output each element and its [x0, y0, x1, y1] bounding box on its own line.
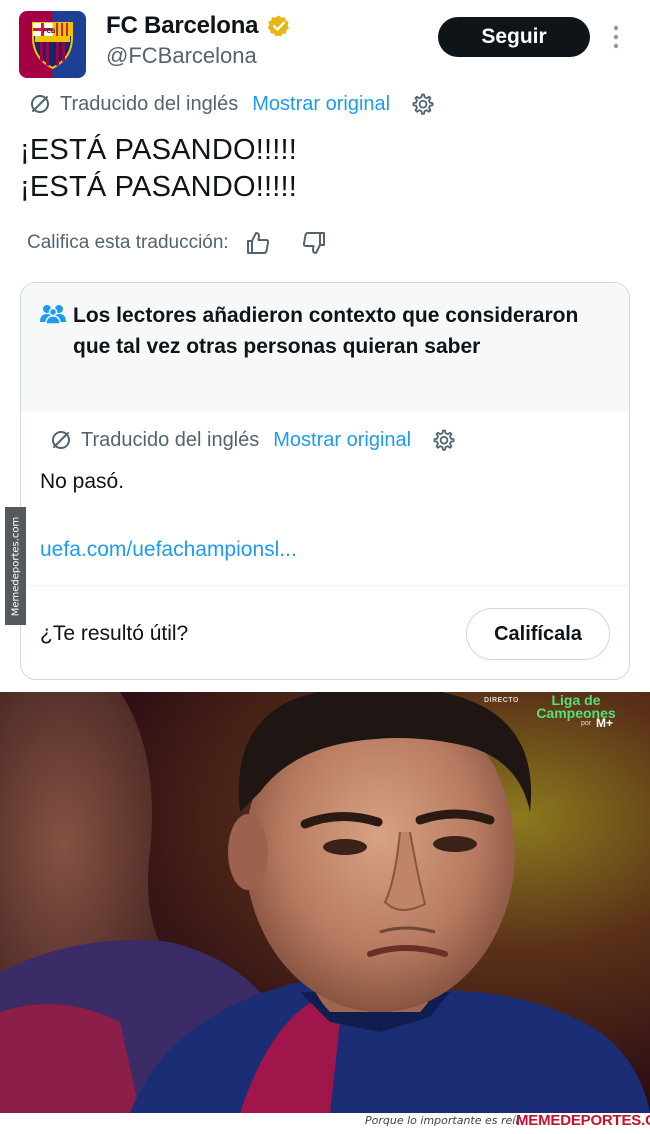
show-original-link[interactable]: Mostrar original: [252, 93, 390, 116]
author-handle[interactable]: @FCBarcelona: [106, 43, 257, 69]
gear-icon: [433, 429, 455, 451]
tweet-card: FCB FC Barcelona @FCBarcelona Seguir Tra…: [0, 0, 650, 692]
tweet-text-line: ¡ESTÁ PASANDO!!!!!: [20, 134, 298, 166]
show-original-link[interactable]: Mostrar original: [273, 429, 411, 452]
footer-brand-logo: MEMEDEPORTES.COM: [516, 1112, 650, 1129]
translated-label: Traducido del inglés: [60, 92, 239, 115]
footer-tagline: Porque lo importante es reír: [365, 1114, 520, 1127]
broadcast-por: por: [581, 720, 592, 727]
player-face-image: [0, 692, 650, 1113]
translation-row: Traducido del inglés Mostrar original: [28, 92, 434, 116]
rate-note-button[interactable]: Califícala: [466, 608, 610, 660]
translated-label: Traducido del inglés: [81, 428, 260, 451]
translation-settings[interactable]: [431, 428, 455, 452]
note-translation-row: Traducido del inglés Mostrar original: [49, 428, 455, 452]
verified-badge-icon: [267, 15, 289, 37]
player-photo: [0, 692, 650, 1113]
translation-settings[interactable]: [410, 92, 434, 116]
helpful-question: ¿Te resultó útil?: [40, 622, 189, 645]
thumbs-down-button[interactable]: [301, 230, 327, 256]
tweet-text-line: ¡ESTÁ PASANDO!!!!!: [20, 171, 298, 203]
rate-translation-row: Califica esta traducción:: [27, 230, 327, 256]
community-note-title: Los lectores añadieron contexto que cons…: [73, 304, 579, 358]
fcb-crest-icon: [32, 22, 73, 70]
thumbs-up-icon: [246, 232, 269, 254]
avatar-text: FCB: [43, 29, 56, 35]
side-watermark-text: Memedeportes.com: [10, 516, 22, 616]
community-note: Los lectores añadieron contexto que cons…: [20, 282, 630, 680]
thumbs-up-button[interactable]: [245, 230, 271, 256]
rate-translation-label: Califica esta traducción:: [27, 232, 229, 253]
community-note-header: Los lectores añadieron contexto que cons…: [21, 283, 629, 412]
gear-icon: [412, 93, 434, 115]
avatar[interactable]: FCB: [19, 11, 86, 78]
translate-icon: [52, 431, 70, 449]
community-note-link[interactable]: uefa.com/uefachampionsl...: [40, 538, 297, 562]
more-options-icon[interactable]: [606, 24, 626, 50]
translate-icon: [31, 95, 49, 113]
author-name[interactable]: FC Barcelona: [106, 12, 259, 40]
community-note-body: No pasó.: [40, 470, 125, 493]
people-icon: [40, 305, 66, 325]
broadcast-live-label: DIRECTO: [484, 697, 519, 704]
divider: [21, 585, 629, 586]
thumbs-down-icon: [302, 232, 325, 254]
follow-button[interactable]: Seguir: [438, 17, 590, 57]
tweet-text: ¡ESTÁ PASANDO!!!!! ¡ESTÁ PASANDO!!!!!: [20, 132, 297, 206]
broadcast-channel-logo: M+: [596, 716, 614, 730]
side-watermark: Memedeportes.com: [5, 507, 26, 625]
